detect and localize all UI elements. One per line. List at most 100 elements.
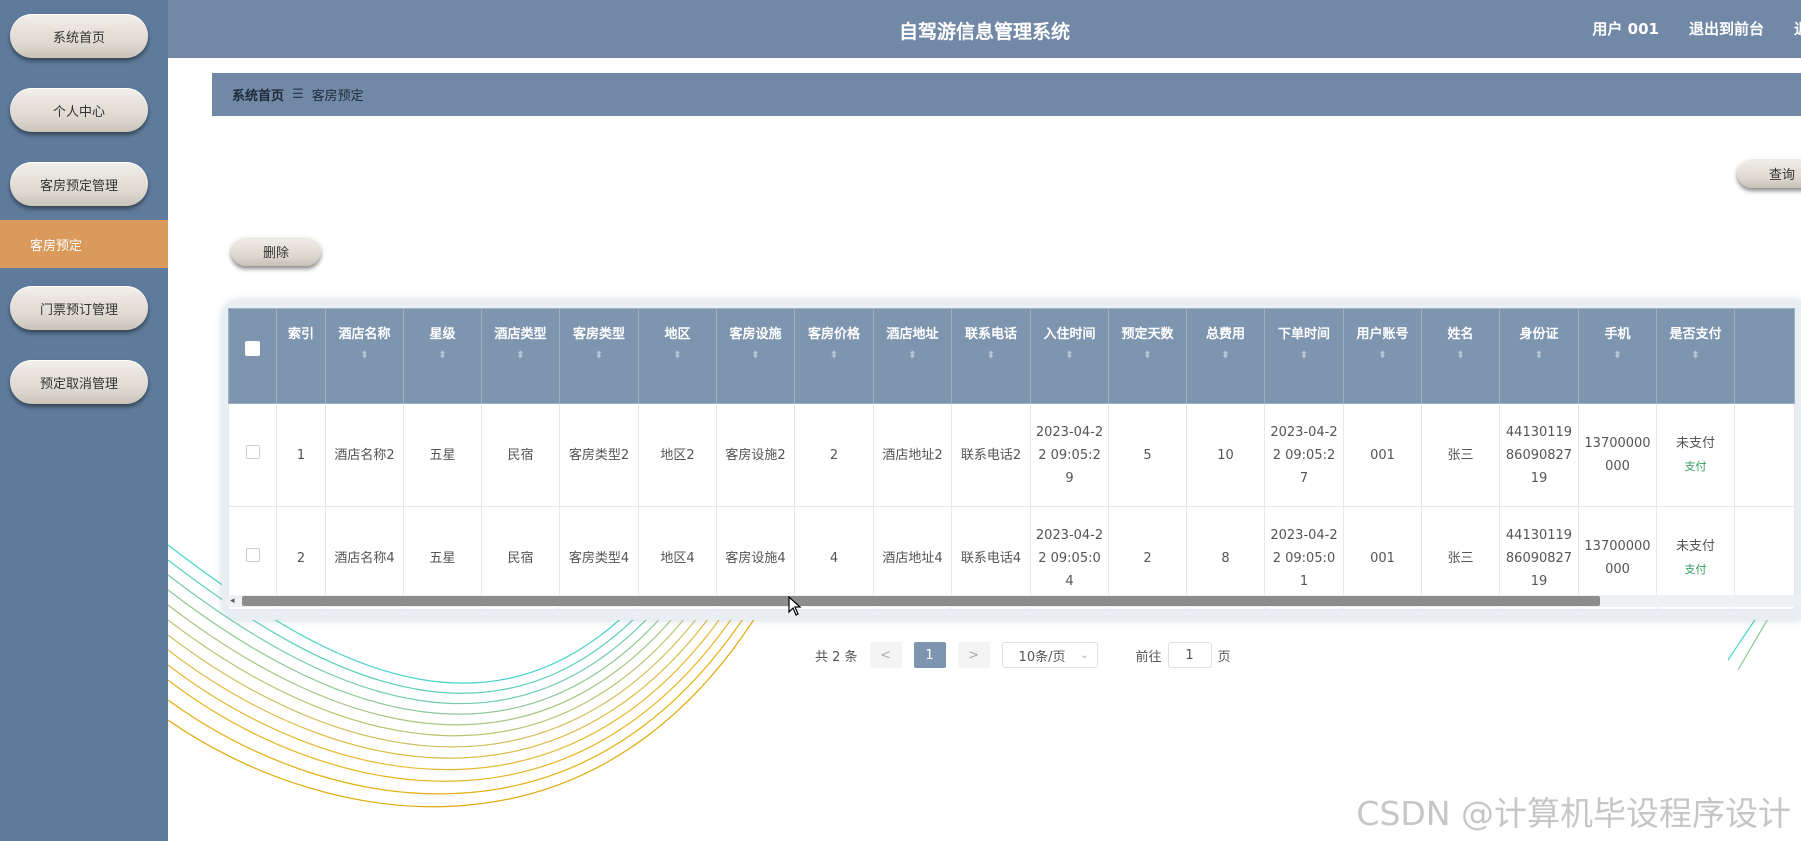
sidebar-item-label: 预定取消管理	[39, 376, 118, 392]
sidebar: 系统首页 个人中心 客房预定管理 客房预定 门票预订管理 预定取消管理	[0, 0, 168, 841]
sort-icon[interactable]: ⬍	[1501, 351, 1577, 361]
sort-icon[interactable]: ⬍	[953, 351, 1029, 361]
column-header[interactable]: 客房价格 ⬍	[794, 308, 874, 404]
booking-table: 索引 酒店名称 ⬍ 星级 ⬍ 酒店类型 ⬍ 客房类型 ⬍ 地区 ⬍ 客房设施 ⬍ 客房价格 ⬍…	[228, 308, 1795, 610]
cell-phone: 联系电话2	[951, 403, 1031, 507]
data-table-panel: 索引 酒店名称 ⬍ 星级 ⬍ 酒店类型 ⬍ 客房类型 ⬍ 地区 ⬍ 客房设施 ⬍ 客房价格 ⬍…	[222, 300, 1801, 620]
sort-icon[interactable]: ⬍	[640, 351, 715, 361]
sidebar-subitem-room-booking[interactable]: 客房预定	[0, 220, 168, 268]
sidebar-item-room-booking-management[interactable]: 客房预定管理	[10, 162, 148, 206]
search-button-label: 查询	[1768, 167, 1795, 183]
cell-price: 2	[794, 403, 874, 507]
cell-mobile: 13700000000	[1578, 403, 1657, 507]
scrollbar-thumb[interactable]	[242, 596, 1600, 606]
column-label: 客房设施	[729, 327, 782, 342]
delete-button[interactable]: 删除	[231, 236, 321, 266]
sort-icon[interactable]: ⬍	[483, 351, 558, 361]
current-user[interactable]: 用户 001	[1592, 18, 1659, 39]
column-header[interactable]: 入住时间 ⬍	[1030, 308, 1109, 404]
sidebar-item-label: 门票预订管理	[39, 302, 118, 318]
goto-page-input[interactable]: 1	[1167, 642, 1212, 668]
column-header[interactable]: 客房设施 ⬍	[716, 308, 795, 404]
column-header[interactable]: 用户账号 ⬍	[1343, 308, 1422, 404]
sort-icon[interactable]: ⬍	[1345, 351, 1420, 361]
column-label: 手机	[1604, 327, 1631, 342]
column-header[interactable]: 联系电话 ⬍	[951, 308, 1031, 404]
column-header: 索引	[276, 308, 326, 404]
row-checkbox[interactable]	[245, 547, 260, 562]
search-button[interactable]: 查询	[1737, 158, 1801, 188]
sort-icon[interactable]: ⬍	[718, 351, 793, 361]
horizontal-scrollbar[interactable]: ◂	[228, 595, 1801, 607]
pay-button[interactable]: 支付	[1661, 455, 1730, 478]
column-header[interactable]: 酒店地址 ⬍	[873, 308, 952, 404]
column-header[interactable]: 地区 ⬍	[638, 308, 717, 404]
sidebar-item-personal-center[interactable]: 个人中心	[10, 88, 148, 132]
app-title: 自驾游信息管理系统	[898, 21, 1070, 43]
column-header[interactable]: 姓名 ⬍	[1421, 308, 1500, 404]
column-header[interactable]: 下单时间 ⬍	[1264, 308, 1344, 404]
page-unit-label: 页	[1217, 649, 1231, 665]
page-size-value: 10条/页	[1018, 649, 1066, 665]
column-label: 用户账号	[1356, 327, 1409, 342]
sidebar-item-cancel-management[interactable]: 预定取消管理	[10, 360, 148, 404]
logout-link[interactable]: 退	[1794, 18, 1801, 39]
select-all-checkbox[interactable]	[245, 341, 260, 356]
table-header-row: 索引 酒店名称 ⬍ 星级 ⬍ 酒店类型 ⬍ 客房类型 ⬍ 地区 ⬍ 客房设施 ⬍ 客房价格 ⬍…	[228, 308, 1795, 404]
column-header[interactable]: 星级 ⬍	[403, 308, 482, 404]
row-checkbox[interactable]	[245, 444, 260, 459]
select-all-cell	[228, 308, 277, 404]
header-actions: 用户 001 退出到前台 退	[1592, 18, 1801, 39]
sort-icon[interactable]: ⬍	[1580, 351, 1655, 361]
cell-room-type: 客房类型2	[559, 403, 639, 507]
column-header[interactable]: 客房类型 ⬍	[559, 308, 639, 404]
cell-checkin: 2023-04-22 09:05:29	[1030, 403, 1109, 507]
pay-button[interactable]: 支付	[1661, 558, 1730, 581]
sidebar-item-ticket-management[interactable]: 门票预订管理	[10, 286, 148, 330]
pagination: 共 2 条 < 1 > 10条/页 ⌄ 前往 1 页	[815, 642, 1231, 668]
sidebar-item-label: 个人中心	[52, 104, 105, 120]
breadcrumb-current: 客房预定	[311, 89, 364, 104]
top-header: 自驾游信息管理系统 用户 001 退出到前台 退	[168, 0, 1801, 58]
next-page-button[interactable]: >	[957, 642, 990, 668]
page-size-select[interactable]: 10条/页 ⌄	[1001, 642, 1098, 668]
sort-icon[interactable]: ⬍	[796, 351, 872, 361]
column-label: 是否支付	[1669, 327, 1722, 342]
scroll-left-icon[interactable]: ◂	[230, 596, 235, 606]
sort-icon[interactable]: ⬍	[1188, 351, 1263, 361]
column-label: 酒店名称	[338, 327, 391, 342]
breadcrumb-home[interactable]: 系统首页	[232, 85, 284, 104]
sort-icon[interactable]: ⬍	[1658, 351, 1733, 361]
cell-hotel-name: 酒店名称2	[325, 403, 404, 507]
sort-icon[interactable]: ⬍	[327, 351, 402, 361]
column-header[interactable]: 酒店类型 ⬍	[481, 308, 560, 404]
sort-icon[interactable]: ⬍	[875, 351, 950, 361]
cell-region: 地区2	[638, 403, 717, 507]
sort-icon[interactable]: ⬍	[1266, 351, 1342, 361]
column-header[interactable]: 酒店名称 ⬍	[325, 308, 404, 404]
column-header[interactable]: 身份证 ⬍	[1499, 308, 1579, 404]
prev-page-button[interactable]: <	[869, 642, 902, 668]
back-to-frontend-link[interactable]: 退出到前台	[1689, 18, 1764, 39]
sidebar-item-home[interactable]: 系统首页	[10, 14, 148, 58]
chevron-down-icon: ⌄	[1080, 649, 1089, 661]
column-label: 总费用	[1205, 327, 1245, 342]
goto-label: 前往	[1135, 649, 1162, 665]
column-header[interactable]: 手机 ⬍	[1578, 308, 1657, 404]
cell-actions	[1734, 403, 1795, 507]
column-header[interactable]: 预定天数 ⬍	[1108, 308, 1187, 404]
sort-icon[interactable]: ⬍	[1423, 351, 1498, 361]
column-header[interactable]: 总费用 ⬍	[1186, 308, 1265, 404]
cell-id-card: 441301198609082719	[1499, 403, 1579, 507]
cell-total: 10	[1186, 403, 1265, 507]
column-header[interactable]: 是否支付 ⬍	[1656, 308, 1735, 404]
sort-icon[interactable]: ⬍	[1110, 351, 1185, 361]
column-label: 酒店地址	[886, 327, 939, 342]
cell-days: 5	[1108, 403, 1187, 507]
page-number-button[interactable]: 1	[913, 642, 946, 668]
actions-column-header	[1734, 308, 1795, 404]
sort-icon[interactable]: ⬍	[561, 351, 637, 361]
sort-icon[interactable]: ⬍	[405, 351, 480, 361]
breadcrumb-separator-icon: ☰	[292, 87, 304, 102]
sort-icon[interactable]: ⬍	[1032, 351, 1107, 361]
